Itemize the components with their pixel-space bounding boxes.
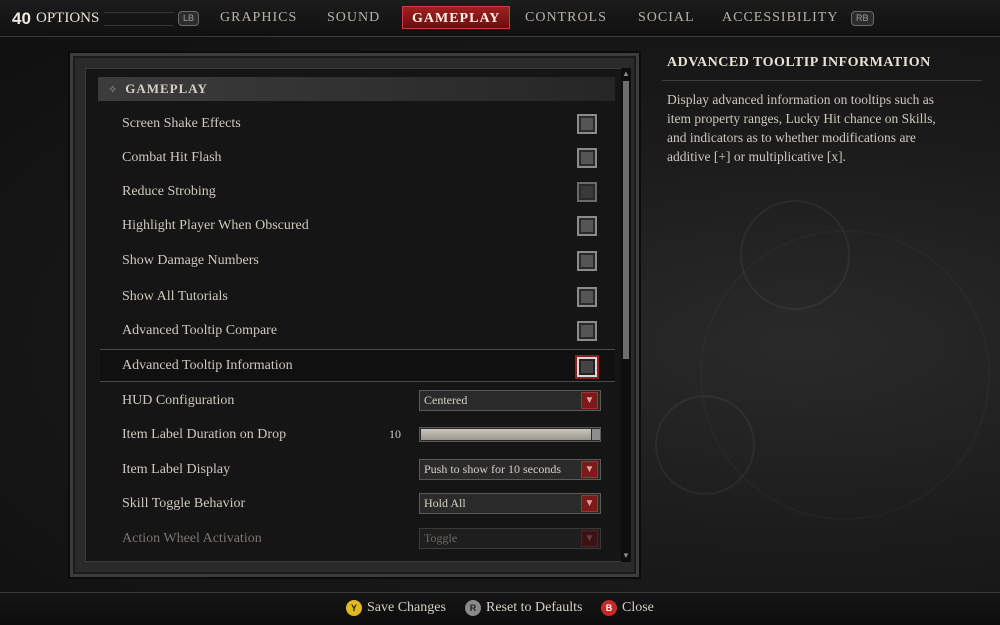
title-ornament	[104, 12, 174, 26]
setting-row-reduce-strobing[interactable]: Reduce Strobing	[100, 175, 615, 208]
setting-label: HUD Configuration	[122, 392, 235, 408]
scroll-thumb[interactable]	[623, 81, 629, 359]
setting-row-label-display[interactable]: Item Label Display Push to show for 10 s…	[100, 453, 615, 486]
setting-label: Screen Shake Effects	[122, 115, 241, 131]
setting-row-action-wheel: Action Wheel Activation Toggle ▼	[100, 522, 615, 555]
settings-panel: ✧ GAMEPLAY Screen Shake Effects Combat H…	[70, 53, 639, 577]
lb-bumper-icon[interactable]: LB	[178, 11, 200, 26]
tab-controls[interactable]: CONTROLS	[516, 6, 616, 29]
settings-list: ✧ GAMEPLAY Screen Shake Effects Combat H…	[85, 68, 624, 562]
chevron-down-icon[interactable]: ▼	[581, 495, 598, 512]
setting-row-hud-configuration[interactable]: HUD Configuration Centered ▼	[100, 384, 615, 417]
info-description: Display advanced information on tooltips…	[667, 92, 936, 164]
highlight-player-checkbox[interactable]	[577, 216, 597, 236]
slider-handle[interactable]	[592, 429, 600, 440]
scroll-down-icon[interactable]: ▼	[621, 551, 631, 561]
setting-label: Show All Tutorials	[122, 288, 228, 304]
slider-value: 10	[389, 427, 401, 441]
info-title: ADVANCED TOOLTIP INFORMATION	[667, 55, 931, 70]
setting-row-all-tutorials[interactable]: Show All Tutorials	[100, 280, 615, 313]
chevron-down-icon: ▼	[581, 530, 598, 547]
close-button[interactable]: B Close	[601, 600, 654, 616]
scrollbar[interactable]: ▲ ▼	[621, 68, 631, 562]
diamond-dots-icon: ✧	[108, 83, 118, 96]
combat-hit-flash-checkbox[interactable]	[577, 148, 597, 168]
setting-label: Advanced Tooltip Compare	[122, 322, 278, 338]
setting-row-damage-numbers[interactable]: Show Damage Numbers	[100, 244, 615, 277]
setting-row-screen-shake[interactable]: Screen Shake Effects	[100, 107, 615, 140]
skill-toggle-dropdown[interactable]: Hold All ▼	[419, 493, 601, 514]
chevron-down-icon[interactable]: ▼	[581, 392, 598, 409]
setting-label: Show Damage Numbers	[122, 252, 259, 268]
dropdown-value: Toggle	[424, 531, 458, 545]
y-button-icon: Y	[346, 600, 362, 616]
save-changes-button[interactable]: Y Save Changes	[346, 600, 446, 616]
bottom-action-bar: Y Save Changes R Reset to Defaults B Clo…	[0, 592, 1000, 625]
setting-row-skill-toggle[interactable]: Skill Toggle Behavior Hold All ▼	[100, 487, 615, 520]
scroll-up-icon[interactable]: ▲	[621, 69, 631, 79]
info-divider	[662, 80, 982, 81]
reduce-strobing-checkbox[interactable]	[577, 182, 597, 202]
chevron-down-icon[interactable]: ▼	[581, 461, 598, 478]
player-level: 40	[12, 9, 31, 28]
dropdown-value: Push to show for 10 seconds	[424, 462, 561, 476]
r-button-icon: R	[465, 600, 481, 616]
setting-row-combat-hit-flash[interactable]: Combat Hit Flash	[100, 141, 615, 174]
setting-label: Reduce Strobing	[122, 183, 216, 199]
dropdown-value: Centered	[424, 393, 468, 407]
b-button-icon: B	[601, 600, 617, 616]
section-header-gameplay: ✧ GAMEPLAY	[98, 77, 615, 101]
tooltip-info-checkbox[interactable]	[577, 357, 597, 377]
tab-graphics[interactable]: GRAPHICS	[211, 6, 306, 29]
tooltip-compare-checkbox[interactable]	[577, 321, 597, 341]
hud-configuration-dropdown[interactable]: Centered ▼	[419, 390, 601, 411]
setting-label: Item Label Display	[122, 461, 231, 477]
tab-accessibility[interactable]: ACCESSIBILITY	[713, 6, 847, 29]
background-sigil	[700, 230, 990, 520]
page-title: OPTIONS	[36, 10, 100, 26]
damage-numbers-checkbox[interactable]	[577, 251, 597, 271]
setting-row-label-duration[interactable]: Item Label Duration on Drop 10	[100, 418, 615, 451]
setting-label: Skill Toggle Behavior	[122, 495, 246, 511]
setting-label: Action Wheel Activation	[122, 530, 262, 546]
all-tutorials-checkbox[interactable]	[577, 287, 597, 307]
label-display-dropdown[interactable]: Push to show for 10 seconds ▼	[419, 459, 601, 480]
setting-row-tooltip-info[interactable]: Advanced Tooltip Information	[100, 349, 615, 382]
setting-label: Combat Hit Flash	[122, 149, 222, 165]
top-nav-bar: 40 OPTIONS LB GRAPHICS SOUND GAMEPLAY CO…	[0, 0, 1000, 37]
section-title: GAMEPLAY	[125, 81, 208, 96]
reset-defaults-label: Reset to Defaults	[486, 600, 583, 615]
rb-bumper-icon[interactable]: RB	[851, 11, 874, 26]
label-duration-slider[interactable]	[419, 427, 601, 442]
screen-shake-checkbox[interactable]	[577, 114, 597, 134]
setting-row-tooltip-compare[interactable]: Advanced Tooltip Compare	[100, 314, 615, 347]
setting-label: Advanced Tooltip Information	[122, 357, 293, 373]
reset-defaults-button[interactable]: R Reset to Defaults	[465, 600, 582, 616]
setting-label: Item Label Duration on Drop	[122, 426, 287, 442]
setting-row-highlight-player[interactable]: Highlight Player When Obscured	[100, 209, 615, 242]
tab-social[interactable]: SOCIAL	[629, 6, 704, 29]
dropdown-value: Hold All	[424, 496, 466, 510]
tab-gameplay[interactable]: GAMEPLAY	[402, 6, 511, 29]
slider-fill	[421, 429, 591, 440]
save-changes-label: Save Changes	[367, 600, 446, 615]
action-wheel-dropdown: Toggle ▼	[419, 528, 601, 549]
close-label: Close	[622, 600, 654, 615]
tab-sound[interactable]: SOUND	[318, 6, 389, 29]
setting-label: Highlight Player When Obscured	[122, 217, 309, 233]
